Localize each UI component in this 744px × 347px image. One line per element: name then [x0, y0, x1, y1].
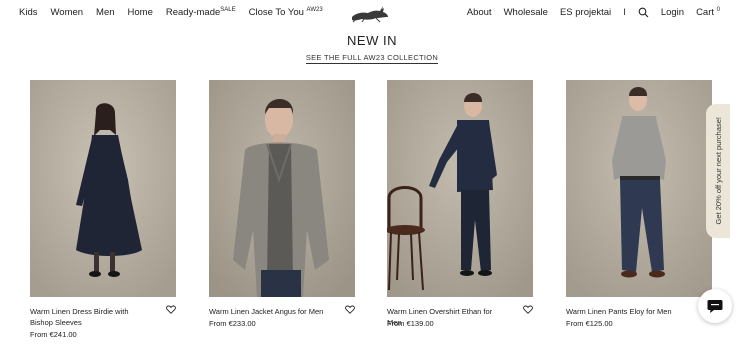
- nav-men[interactable]: Men: [96, 7, 114, 18]
- search-icon[interactable]: [638, 7, 649, 18]
- nav-wholesale[interactable]: Wholesale: [504, 7, 548, 18]
- product-price: From €125.00: [566, 319, 613, 328]
- heart-icon[interactable]: [345, 305, 355, 314]
- cart-label: Cart: [696, 7, 715, 18]
- see-collection-link[interactable]: SEE THE FULL AW23 COLLECTION: [305, 53, 439, 64]
- product-image[interactable]: [30, 80, 176, 297]
- product-name[interactable]: Warm Linen Dress Birdie with Bishop Slee…: [30, 306, 150, 328]
- product-image[interactable]: [387, 80, 533, 297]
- nav-kids[interactable]: Kids: [19, 7, 37, 18]
- product-card[interactable]: Warm Linen Pants Eloy for Men From €125.…: [566, 80, 712, 328]
- utility-menu: About Wholesale ES projektai I Login Car…: [467, 7, 720, 18]
- promo-label: Get 20% off your next purchase!: [713, 117, 723, 225]
- nav-women-label: Women: [50, 7, 84, 18]
- nav-home[interactable]: Home: [128, 7, 153, 18]
- nav-kids-label: Kids: [19, 7, 38, 18]
- cart-count: 0: [716, 7, 720, 13]
- nav-close-to-you-label: Close To You: [248, 7, 304, 18]
- chat-bubble-icon: [707, 299, 723, 313]
- main-menu: Kids Women Men Home Ready-madeSALE Close…: [19, 7, 323, 18]
- nav-ready-made[interactable]: Ready-madeSALE: [166, 7, 236, 18]
- product-card[interactable]: Warm Linen Dress Birdie with Bishop Slee…: [30, 80, 176, 339]
- hare-logo-icon[interactable]: [350, 5, 390, 23]
- product-price: From €139.00: [387, 319, 434, 328]
- product-price: From €233.00: [209, 319, 256, 328]
- nav-close-to-you[interactable]: Close To You AW23: [249, 7, 323, 18]
- sale-badge: SALE: [220, 7, 236, 13]
- discount-promo-tab[interactable]: Get 20% off your next purchase!: [706, 104, 730, 238]
- nav-men-label: Men: [96, 7, 115, 18]
- nav-cart[interactable]: Cart 0: [696, 7, 720, 18]
- top-navigation: Kids Women Men Home Ready-madeSALE Close…: [0, 0, 744, 30]
- product-card[interactable]: Warm Linen Overshirt Ethan for Men From …: [387, 80, 533, 328]
- product-name[interactable]: Warm Linen Jacket Angus for Men: [209, 306, 329, 317]
- nav-es-projektai[interactable]: ES projektai: [560, 7, 611, 18]
- collection-link-wrap: SEE THE FULL AW23 COLLECTION: [0, 53, 744, 64]
- product-card[interactable]: Warm Linen Jacket Angus for Men From €23…: [209, 80, 355, 328]
- nav-about[interactable]: About: [467, 7, 492, 18]
- nav-login[interactable]: Login: [661, 7, 684, 18]
- heart-icon[interactable]: [166, 305, 176, 314]
- section-title: NEW IN: [347, 33, 397, 48]
- nav-home-label: Home: [127, 7, 153, 18]
- aw23-badge: AW23: [306, 7, 323, 13]
- product-image[interactable]: [566, 80, 712, 297]
- heart-icon[interactable]: [523, 305, 533, 314]
- nav-separator: I: [623, 7, 626, 18]
- nav-ready-made-label: Ready-made: [165, 7, 221, 18]
- nav-women[interactable]: Women: [50, 7, 83, 18]
- chat-button[interactable]: [698, 289, 732, 323]
- product-name[interactable]: Warm Linen Pants Eloy for Men: [566, 306, 686, 317]
- product-image[interactable]: [209, 80, 355, 297]
- product-price: From €241.00: [30, 330, 77, 339]
